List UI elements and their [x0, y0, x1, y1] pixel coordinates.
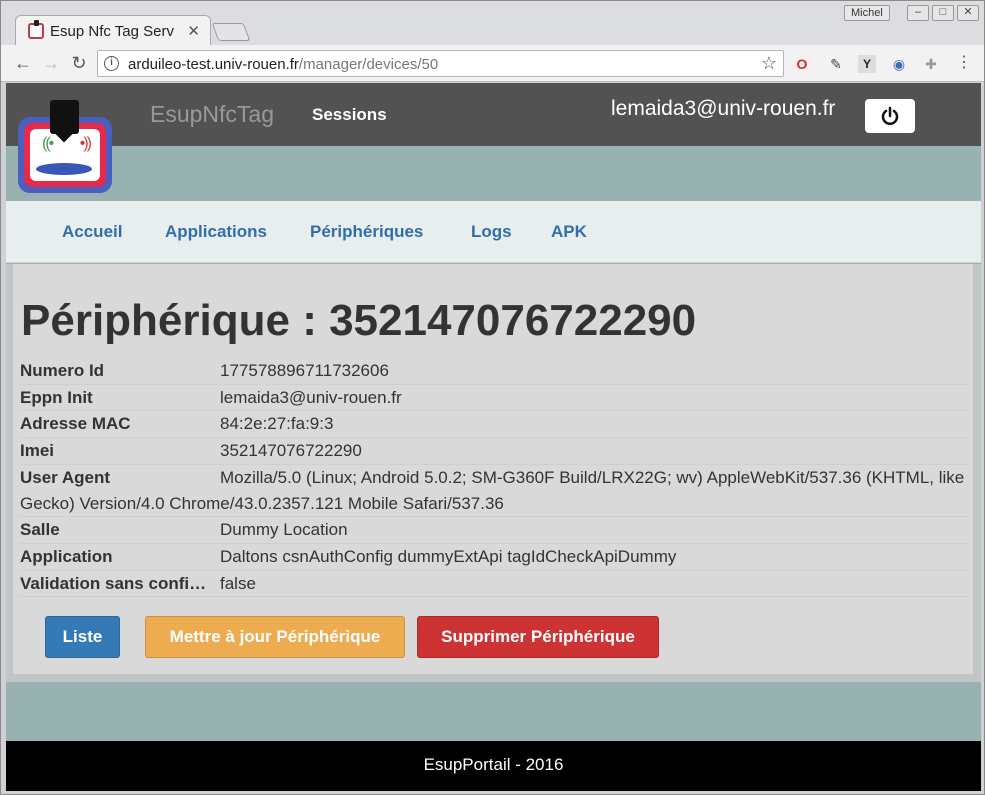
app-header: EsupNfcTag Sessions lemaida3@univ-rouen.… [6, 83, 981, 146]
user-email: lemaida3@univ-rouen.fr [611, 97, 836, 120]
footer: EsupPortail - 2016 [6, 741, 981, 791]
table-row: User Agent Mozilla/5.0 (Linux; Android 5… [20, 465, 970, 518]
browser-tab[interactable]: Esup Nfc Tag Serv ✕ [15, 15, 211, 45]
nav-item-peripheriques[interactable]: Périphériques [310, 222, 423, 242]
chrome-menu-icon[interactable]: ⋮ [956, 54, 972, 72]
field-label: Numero Id [20, 361, 105, 380]
list-button[interactable]: Liste [45, 616, 120, 658]
browser-toolbar: ← → ↻ i arduileo-test.univ-rouen.fr/mana… [1, 45, 984, 82]
nav-item-applications[interactable]: Applications [165, 222, 267, 242]
logo-wave [36, 163, 92, 175]
table-row: Imei 352147076722290 [20, 438, 970, 465]
nav-item-accueil[interactable]: Accueil [62, 222, 122, 242]
browser-window: Esup Nfc Tag Serv ✕ Michel – □ ✕ ← → ↻ i… [0, 0, 985, 795]
url-path: /manager/devices/50 [298, 56, 439, 73]
device-panel: Périphérique : 352147076722290 Numero Id… [13, 264, 973, 674]
update-device-button[interactable]: Mettre à jour Périphérique [145, 616, 405, 658]
table-row: Salle Dummy Location [20, 517, 970, 544]
table-row: Application Daltons csnAuthConfig dummyE… [20, 544, 970, 571]
nav-item-logs[interactable]: Logs [471, 222, 512, 242]
browser-titlebar: Esup Nfc Tag Serv ✕ Michel – □ ✕ [1, 1, 984, 45]
device-details-table: Numero Id 177578896711732606 Eppn Init l… [20, 358, 970, 598]
eyedropper-extension-icon[interactable]: ✎ [827, 55, 845, 73]
field-label: Application [20, 546, 113, 566]
y-extension-icon[interactable]: Y [858, 55, 876, 73]
puzzle-extension-icon[interactable]: ✚ [922, 55, 940, 73]
minimize-icon[interactable]: – [907, 5, 929, 21]
tab-favicon-icon [28, 20, 44, 39]
globe-extension-icon[interactable]: ◉ [890, 55, 908, 73]
signal-right-icon: •)) [79, 135, 92, 152]
page-title: Périphérique : 352147076722290 [21, 296, 697, 345]
field-label: Adresse MAC [20, 414, 131, 434]
field-label: Eppn Init [20, 387, 93, 407]
profile-button[interactable]: Michel [844, 5, 890, 21]
bookmark-star-icon[interactable]: ☆ [761, 53, 777, 74]
back-icon[interactable]: ← [12, 52, 34, 74]
maximize-icon[interactable]: □ [932, 5, 954, 21]
url-text: arduileo-test.univ-rouen.fr/manager/devi… [128, 56, 438, 73]
table-row: Adresse MAC 84:2e:27:fa:9:3 [20, 411, 970, 439]
tab-title: Esup Nfc Tag Serv [50, 23, 174, 40]
close-window-icon[interactable]: ✕ [957, 5, 979, 21]
nfc-tag-icon [50, 100, 79, 134]
signal-left-icon: ((• [42, 135, 54, 152]
table-row: Validation sans confi… false [20, 571, 970, 598]
brand-link[interactable]: EsupNfcTag [150, 101, 274, 128]
logout-button[interactable] [865, 99, 915, 133]
footer-text: EsupPortail - 2016 [423, 755, 564, 774]
url-host: arduileo-test.univ-rouen.fr [128, 56, 299, 73]
power-icon [881, 106, 899, 125]
new-tab-button[interactable] [211, 23, 251, 41]
nav-item-apk[interactable]: APK [551, 222, 587, 242]
page-viewport: EsupNfcTag Sessions lemaida3@univ-rouen.… [6, 83, 981, 791]
table-row: Numero Id 177578896711732606 [20, 358, 970, 385]
opera-extension-icon[interactable]: O [793, 55, 811, 73]
forward-icon[interactable]: → [40, 52, 62, 74]
field-label: Salle [20, 520, 60, 540]
info-icon[interactable]: i [104, 56, 119, 71]
field-label: Imei [20, 441, 55, 461]
main-nav: Accueil Applications Périphériques Logs … [6, 201, 981, 263]
sessions-link[interactable]: Sessions [312, 105, 387, 125]
table-row: Eppn Init lemaida3@univ-rouen.fr [20, 385, 970, 412]
field-label: Validation sans confi… [20, 573, 207, 593]
field-label: User Agent [20, 467, 111, 487]
address-bar[interactable]: i arduileo-test.univ-rouen.fr/manager/de… [97, 50, 784, 77]
delete-device-button[interactable]: Supprimer Périphérique [417, 616, 659, 658]
reload-icon[interactable]: ↻ [68, 52, 90, 74]
close-tab-icon[interactable]: ✕ [187, 22, 200, 40]
